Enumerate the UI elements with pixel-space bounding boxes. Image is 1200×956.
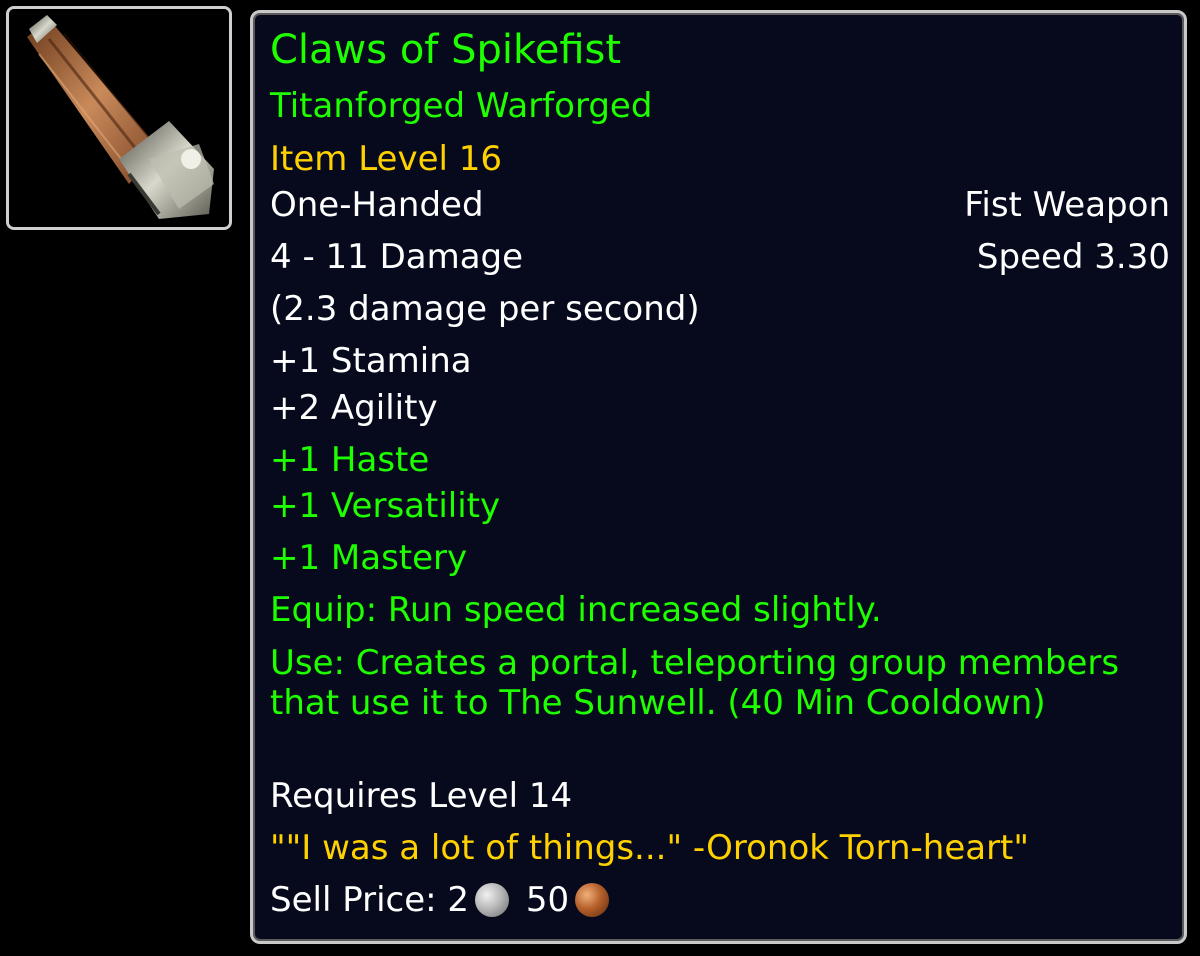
sell-price: Sell Price: 2 50 bbox=[270, 880, 615, 920]
equip-effect: Equip: Run speed increased slightly. bbox=[270, 590, 882, 630]
sell-copper-amount: 50 bbox=[525, 880, 570, 920]
damage-per-second: (2.3 damage per second) bbox=[270, 289, 700, 329]
item-slot: One-Handed bbox=[270, 185, 484, 225]
item-icon-frame[interactable] bbox=[6, 6, 232, 230]
copper-coin-icon bbox=[575, 883, 610, 917]
stat-agility: +2 Agility bbox=[270, 388, 438, 428]
item-level: Item Level 16 bbox=[270, 139, 503, 179]
weapon-speed: Speed 3.30 bbox=[976, 237, 1170, 277]
stat-haste: +1 Haste bbox=[270, 440, 430, 480]
sell-price-label: Sell Price: bbox=[270, 880, 437, 920]
damage-range: 4 - 11 Damage bbox=[270, 237, 524, 277]
flavor-text: ""I was a lot of things..." -Oronok Torn… bbox=[270, 828, 1030, 868]
item-tier: Titanforged Warforged bbox=[270, 86, 653, 126]
stat-versatility: +1 Versatility bbox=[270, 486, 501, 526]
stat-mastery: +1 Mastery bbox=[270, 538, 468, 578]
fist-weapon-icon bbox=[9, 9, 229, 227]
sell-silver-amount: 2 bbox=[447, 880, 470, 920]
item-name: Claws of Spikefist bbox=[270, 27, 622, 73]
required-level: Requires Level 14 bbox=[270, 776, 573, 816]
weapon-type: Fist Weapon bbox=[964, 185, 1170, 225]
use-effect: Use: Creates a portal, teleporting group… bbox=[270, 643, 1120, 723]
stat-stamina: +1 Stamina bbox=[270, 341, 472, 381]
silver-coin-icon bbox=[475, 883, 510, 917]
